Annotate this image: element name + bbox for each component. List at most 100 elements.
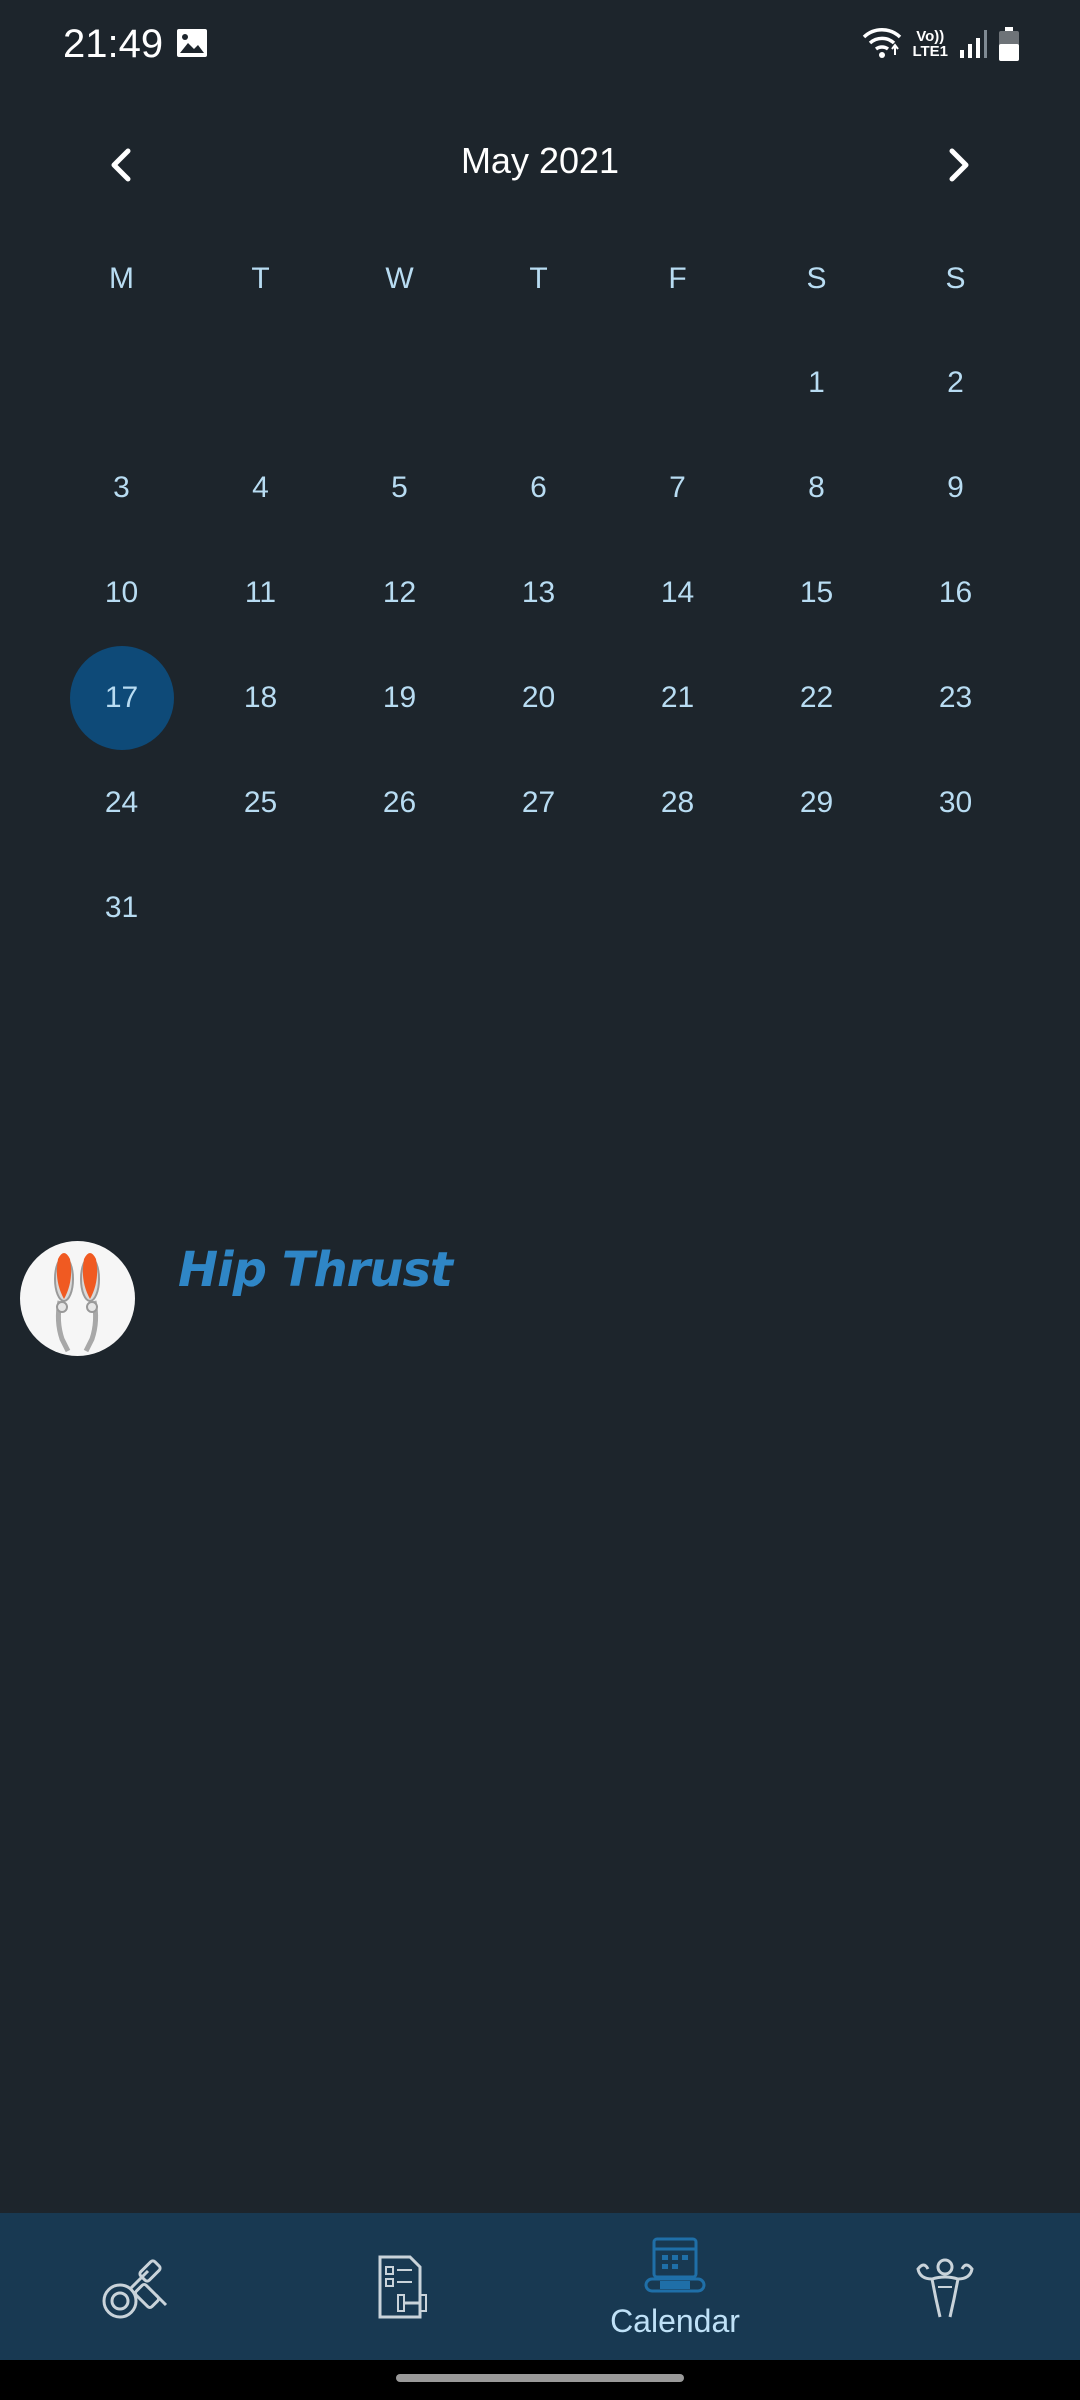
empty-day-cell xyxy=(469,330,608,435)
day-number: 28 xyxy=(660,785,695,819)
wifi-icon xyxy=(863,28,902,58)
day-number: 18 xyxy=(243,680,278,714)
day-cell[interactable]: 23 xyxy=(886,645,1025,750)
day-cell[interactable]: 2 xyxy=(886,330,1025,435)
day-number: 26 xyxy=(382,785,417,819)
calendar-header: May 2021 xyxy=(0,120,1080,210)
day-cell[interactable]: 15 xyxy=(747,540,886,645)
day-cell[interactable]: 16 xyxy=(886,540,1025,645)
home-gesture-handle[interactable] xyxy=(396,2374,684,2382)
day-number: 17 xyxy=(104,680,139,714)
nav-item-calendar[interactable]: Calendar xyxy=(540,2213,810,2360)
status-time: 21:49 xyxy=(63,22,164,66)
day-number: 27 xyxy=(521,785,556,819)
gallery-icon xyxy=(177,29,207,57)
day-number: 31 xyxy=(104,890,139,924)
day-cell[interactable]: 22 xyxy=(747,645,886,750)
empty-day-cell xyxy=(330,330,469,435)
day-cell[interactable]: 21 xyxy=(608,645,747,750)
weekday-label: S xyxy=(945,262,966,295)
dumbbell-icon xyxy=(102,2259,168,2319)
calendar-icon xyxy=(644,2237,706,2293)
day-cell[interactable]: 30 xyxy=(886,750,1025,855)
volte-label: Vo)) xyxy=(916,28,945,45)
day-cell[interactable]: 3 xyxy=(52,435,191,540)
day-cell[interactable]: 13 xyxy=(469,540,608,645)
calendar-screen: 21:49 Vo)) LTE1 May 2021 M T W T F S S 1… xyxy=(0,0,1080,2400)
weekday-label: F xyxy=(668,262,687,295)
day-number: 2 xyxy=(947,365,964,399)
battery-icon xyxy=(999,27,1019,61)
day-cell[interactable]: 29 xyxy=(747,750,886,855)
day-number: 14 xyxy=(660,575,695,609)
day-number: 24 xyxy=(104,785,139,819)
glutes-muscle-icon xyxy=(54,1253,100,1353)
muscle-man-icon xyxy=(916,2258,974,2318)
day-number: 10 xyxy=(104,575,139,609)
day-number: 23 xyxy=(938,680,973,714)
gesture-bar xyxy=(0,2360,1080,2400)
day-cell[interactable]: 25 xyxy=(191,750,330,855)
nav-item-workout-plan[interactable] xyxy=(270,2213,540,2360)
day-number: 25 xyxy=(243,785,278,819)
day-cell[interactable]: 1 xyxy=(747,330,886,435)
day-number: 30 xyxy=(938,785,973,819)
day-cell[interactable]: 18 xyxy=(191,645,330,750)
day-number: 15 xyxy=(799,575,834,609)
chevron-right-icon xyxy=(949,148,969,182)
day-cell[interactable]: 26 xyxy=(330,750,469,855)
day-cell[interactable]: 24 xyxy=(52,750,191,855)
day-cell[interactable]: 11 xyxy=(191,540,330,645)
previous-month-button[interactable] xyxy=(96,140,146,190)
day-cell[interactable]: 20 xyxy=(469,645,608,750)
workout-plan-icon xyxy=(378,2255,427,2319)
status-bar: 21:49 Vo)) LTE1 xyxy=(0,0,1080,96)
weekday-label: T xyxy=(529,262,548,295)
day-number: 9 xyxy=(947,470,964,504)
day-cell[interactable]: 9 xyxy=(886,435,1025,540)
day-cell[interactable]: 7 xyxy=(608,435,747,540)
day-grid: 1 2 3 4 5 6 7 8 9 10 11 12 13 14 15 16 1… xyxy=(52,330,1028,960)
nav-item-exercises[interactable] xyxy=(0,2213,270,2360)
day-cell[interactable]: 10 xyxy=(52,540,191,645)
day-cell[interactable]: 4 xyxy=(191,435,330,540)
day-cell[interactable]: 31 xyxy=(52,855,191,960)
weekday-label: T xyxy=(251,262,270,295)
empty-day-cell xyxy=(608,330,747,435)
bottom-navigation: Calendar xyxy=(0,2213,1080,2360)
day-number: 12 xyxy=(382,575,417,609)
day-number: 3 xyxy=(113,470,130,504)
day-number: 19 xyxy=(382,680,417,714)
day-cell[interactable]: 19 xyxy=(330,645,469,750)
day-number: 5 xyxy=(391,470,408,504)
status-icons: Vo)) LTE1 xyxy=(862,26,1020,62)
day-number: 11 xyxy=(244,575,277,609)
day-cell[interactable]: 27 xyxy=(469,750,608,855)
day-number: 21 xyxy=(660,680,695,714)
day-number: 20 xyxy=(521,680,556,714)
day-cell[interactable]: 28 xyxy=(608,750,747,855)
selected-day-cell[interactable]: 17 xyxy=(52,645,191,750)
next-month-button[interactable] xyxy=(934,140,984,190)
network-type: Vo)) LTE1 xyxy=(912,29,948,59)
day-number: 22 xyxy=(799,680,834,714)
nav-item-muscles[interactable] xyxy=(810,2213,1080,2360)
weekday-label: S xyxy=(806,262,827,295)
day-cell[interactable]: 12 xyxy=(330,540,469,645)
day-number: 6 xyxy=(530,470,547,504)
weekday-row: M T W T F S S xyxy=(52,262,1028,296)
day-number: 13 xyxy=(521,575,556,609)
day-number: 8 xyxy=(808,470,825,504)
signal-icon xyxy=(960,30,987,58)
day-cell[interactable]: 5 xyxy=(330,435,469,540)
day-cell[interactable]: 6 xyxy=(469,435,608,540)
weekday-label: M xyxy=(109,262,134,295)
month-title: May 2021 xyxy=(460,140,620,181)
chevron-left-icon xyxy=(111,148,131,182)
day-cell[interactable]: 14 xyxy=(608,540,747,645)
empty-day-cell xyxy=(52,330,191,435)
day-cell[interactable]: 8 xyxy=(747,435,886,540)
workout-list-item[interactable]: Hip Thrust xyxy=(20,1240,1060,1356)
empty-day-cell xyxy=(191,330,330,435)
workout-avatar xyxy=(20,1241,135,1356)
